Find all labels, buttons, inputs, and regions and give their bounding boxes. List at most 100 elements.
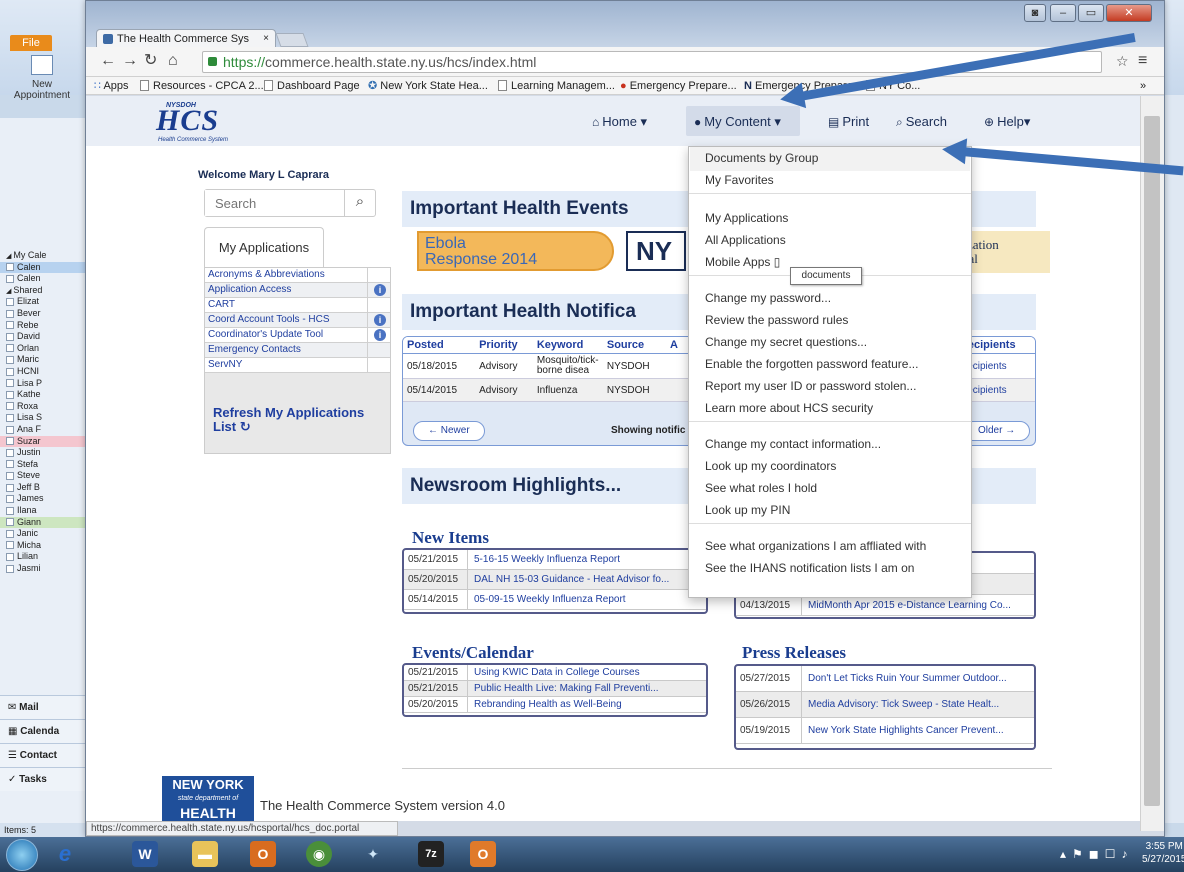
- item-link[interactable]: Rebranding Health as Well-Being: [468, 697, 622, 712]
- bookmark-item[interactable]: Resources - CPCA 2...: [140, 77, 264, 94]
- bookmark-item[interactable]: ● Emergency Prepare...: [620, 77, 737, 94]
- tab-close-icon[interactable]: ×: [263, 30, 269, 48]
- maximize-button[interactable]: ▭: [1078, 4, 1104, 22]
- word-icon[interactable]: W: [132, 841, 158, 867]
- outlook-file-tab[interactable]: File: [10, 35, 52, 51]
- calendar-list-item[interactable]: Maric: [0, 354, 89, 366]
- menu-icon[interactable]: ≡: [1138, 53, 1147, 69]
- calendar-list-item[interactable]: Kathe: [0, 389, 89, 401]
- menu-item[interactable]: Mobile Apps ▯: [705, 255, 780, 269]
- nav-tasks[interactable]: ✓ Tasks: [0, 767, 89, 791]
- checkbox[interactable]: [6, 460, 14, 469]
- list-item[interactable]: 05/20/2015 Rebranding Health as Well-Bein…: [404, 697, 706, 713]
- nav-mail[interactable]: ✉ Mail: [0, 695, 89, 719]
- checkbox[interactable]: [6, 553, 14, 562]
- calendar-list-item[interactable]: Elizat: [0, 296, 89, 308]
- calendar-list-item[interactable]: Suzar: [0, 435, 89, 448]
- calendar-list-item[interactable]: Ilana: [0, 505, 89, 517]
- calendar-list-item[interactable]: Janic: [0, 528, 89, 540]
- calendar-list-item[interactable]: James: [0, 493, 89, 505]
- checkbox[interactable]: [6, 483, 14, 492]
- application-link[interactable]: Coord Account Tools - HCS i: [205, 313, 390, 328]
- checkbox[interactable]: [6, 309, 14, 318]
- calendar-list-item[interactable]: Bever: [0, 308, 89, 320]
- start-button[interactable]: [6, 839, 38, 871]
- list-item[interactable]: 05/21/2015 Public Health Live: Making Fal…: [404, 681, 706, 697]
- bookmark-item[interactable]: Dashboard Page: [264, 77, 360, 94]
- nav-calendar[interactable]: ▦ Calenda: [0, 719, 89, 743]
- chrome-icon[interactable]: ◉: [306, 841, 332, 867]
- ebola-banner[interactable]: Ebola Response 2014: [417, 231, 614, 271]
- calendar-list-item[interactable]: Jeff B: [0, 482, 89, 494]
- hcs-logo[interactable]: NYSDOH HCS Health Commerce System: [156, 102, 246, 144]
- list-item[interactable]: 05/27/2015 Don't Let Ticks Ruin Your Summ…: [736, 666, 1034, 692]
- checkbox[interactable]: [6, 379, 14, 388]
- checkbox[interactable]: [6, 413, 14, 422]
- item-link[interactable]: New York State Highlights Cancer Prevent…: [802, 718, 1004, 743]
- tab-my-applications[interactable]: My Applications: [204, 227, 324, 267]
- nav-contacts[interactable]: ☰ Contact: [0, 743, 89, 767]
- menu-item[interactable]: See the IHANS notification lists I am on: [705, 561, 914, 575]
- back-icon[interactable]: ←: [100, 53, 116, 69]
- calendar-list-item[interactable]: HCNI: [0, 366, 89, 378]
- menu-item[interactable]: My Applications: [705, 211, 788, 225]
- calendar-list-item[interactable]: ◢ My Cale: [0, 250, 89, 262]
- calendar-list-item[interactable]: Giann: [0, 516, 89, 529]
- close-window-button[interactable]: ✕: [1106, 4, 1152, 22]
- ie-icon[interactable]: e: [52, 841, 78, 867]
- checkbox[interactable]: [6, 437, 14, 446]
- browser-tab[interactable]: The Health Commerce Sys ×: [96, 29, 276, 49]
- item-link[interactable]: DAL NH 15-03 Guidance - Heat Advisor fo.…: [468, 570, 669, 589]
- list-item[interactable]: 05/26/2015 Media Advisory: Tick Sweep - S…: [736, 692, 1034, 718]
- checkbox[interactable]: [6, 321, 14, 330]
- new-tab-button[interactable]: [275, 33, 309, 47]
- newer-button[interactable]: ← Newer: [413, 421, 485, 441]
- list-item[interactable]: 05/14/2015 05-09-15 Weekly Influenza Repo…: [404, 590, 706, 610]
- page-scrollbar[interactable]: [1140, 96, 1164, 831]
- checkbox[interactable]: [6, 402, 14, 411]
- outlook-icon[interactable]: O: [250, 841, 276, 867]
- bookmark-item[interactable]: ✪ New York State Hea...: [368, 77, 488, 94]
- checkbox[interactable]: [6, 425, 14, 434]
- item-link[interactable]: Don't Let Ticks Ruin Your Summer Outdoor…: [802, 666, 1007, 691]
- menu-item[interactable]: Change my password...: [705, 291, 831, 305]
- new-appointment-button[interactable]: New Appointment: [4, 55, 80, 115]
- checkbox[interactable]: [6, 274, 14, 283]
- 7zip-icon[interactable]: 7z: [418, 841, 444, 867]
- nav-search[interactable]: ⌕ Search: [896, 114, 947, 130]
- nav-print[interactable]: ▤ Print: [828, 114, 869, 129]
- checkbox[interactable]: [6, 367, 14, 376]
- refresh-applications-button[interactable]: Refresh My Applications List ↻: [213, 406, 390, 434]
- star-icon[interactable]: ☆: [1116, 53, 1129, 69]
- checkbox[interactable]: [6, 355, 14, 364]
- checkbox[interactable]: [6, 471, 14, 480]
- menu-item[interactable]: See what organizations I am affliated wi…: [705, 539, 926, 553]
- menu-item[interactable]: Review the password rules: [705, 313, 848, 327]
- home-icon[interactable]: ⌂: [168, 53, 178, 69]
- bookmark-apps[interactable]: ∷ Apps: [94, 77, 129, 94]
- nys-health-logo[interactable]: NEW YORK state department of HEALTH: [162, 776, 254, 821]
- checkbox[interactable]: [6, 332, 14, 341]
- menu-item[interactable]: See what roles I hold: [705, 481, 817, 495]
- calendar-list-item[interactable]: Roxa: [0, 401, 89, 413]
- clock[interactable]: 3:55 PM 5/27/2015: [1142, 840, 1184, 866]
- scrollbar-thumb[interactable]: [1144, 116, 1160, 806]
- checkbox[interactable]: [6, 263, 14, 272]
- app-icon[interactable]: ✦: [360, 841, 386, 867]
- application-link[interactable]: Emergency Contacts: [205, 343, 390, 358]
- sign-in-icon[interactable]: ◙: [1024, 4, 1046, 22]
- checkbox[interactable]: [6, 529, 14, 538]
- minimize-button[interactable]: –: [1050, 4, 1076, 22]
- calendar-list-item[interactable]: Lisa S: [0, 412, 89, 424]
- calendar-list-item[interactable]: Jasmi: [0, 563, 89, 575]
- item-link[interactable]: 5-16-15 Weekly Influenza Report: [468, 550, 620, 569]
- checkbox[interactable]: [6, 506, 14, 515]
- menu-item[interactable]: Change my secret questions...: [705, 335, 867, 349]
- menu-item[interactable]: All Applications: [705, 233, 786, 247]
- item-link[interactable]: Public Health Live: Making Fall Preventi…: [468, 681, 659, 696]
- nav-home[interactable]: ⌂ Home ▾: [592, 114, 647, 130]
- list-item[interactable]: 05/21/2015 5-16-15 Weekly Influenza Repor…: [404, 550, 706, 570]
- calendar-list-item[interactable]: David: [0, 331, 89, 343]
- calendar-list-item[interactable]: Steve: [0, 470, 89, 482]
- item-link[interactable]: Media Advisory: Tick Sweep - State Healt…: [802, 692, 999, 717]
